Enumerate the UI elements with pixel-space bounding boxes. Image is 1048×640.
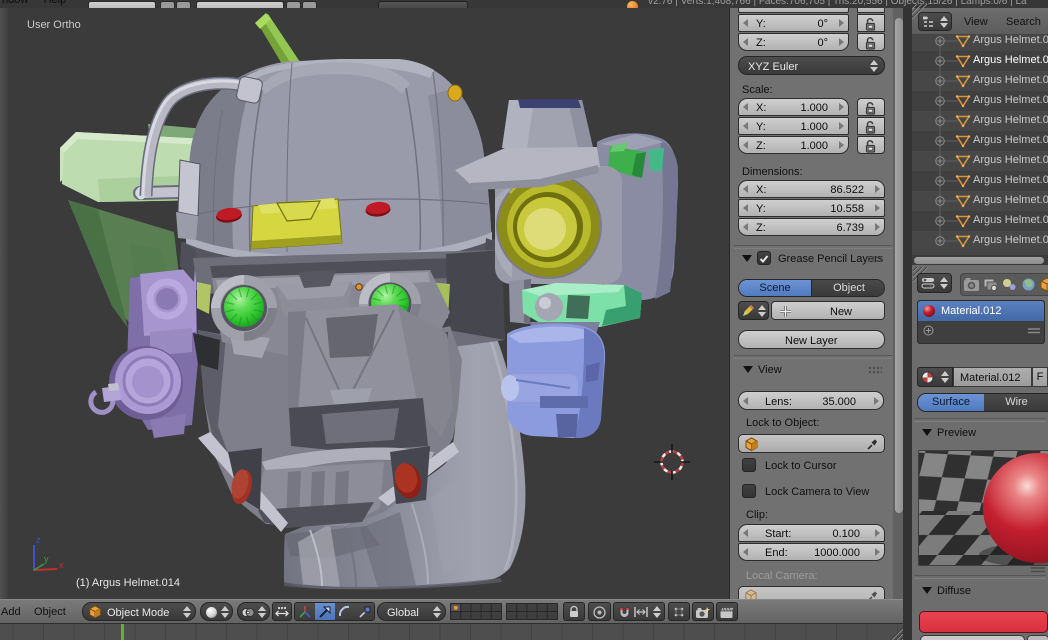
svg-text:z: z — [36, 535, 41, 545]
svg-text:y: y — [44, 554, 49, 564]
svg-text:x: x — [59, 560, 64, 570]
